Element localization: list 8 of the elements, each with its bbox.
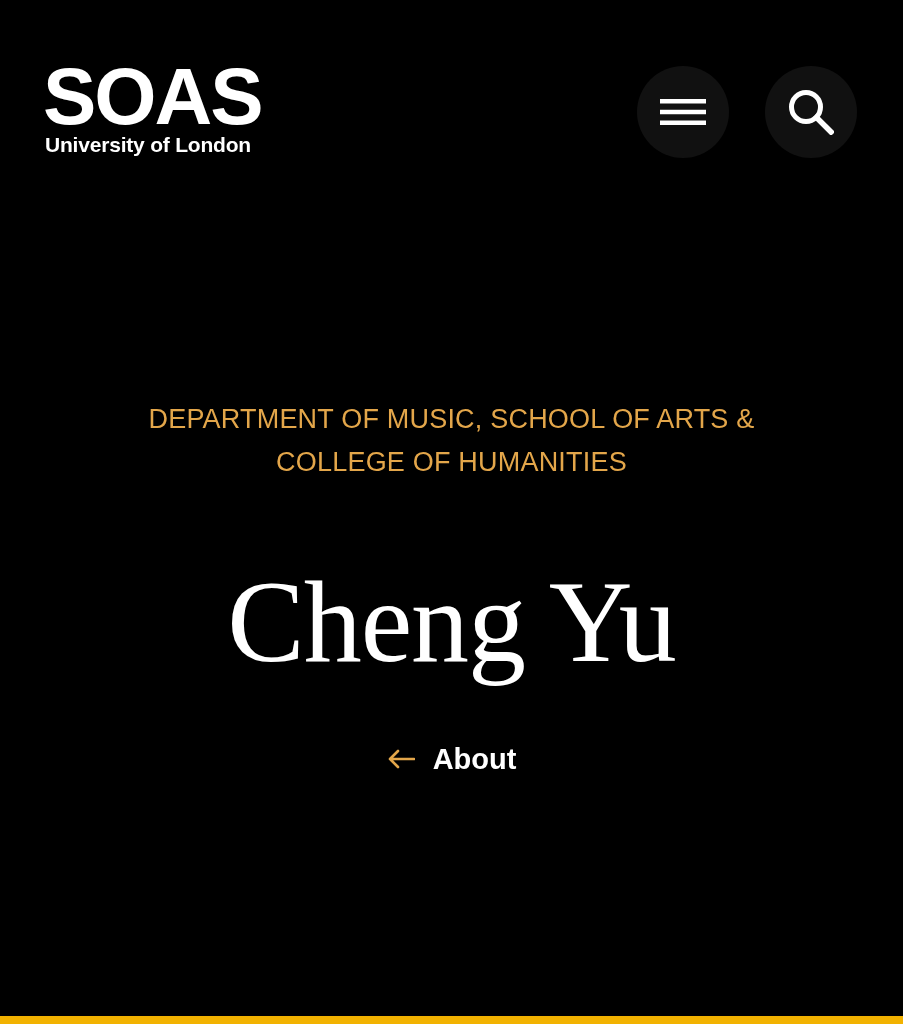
menu-icon [660,99,706,125]
search-icon [788,89,834,135]
logo-tagline[interactable]: University of London [45,133,251,157]
profile-name: Cheng Yu [226,557,677,688]
back-link[interactable]: About [386,741,517,777]
logo-wordmark[interactable]: SOAS [43,64,262,130]
arrow-left-icon [386,749,415,769]
department-label: DEPARTMENT OF MUSIC, SCHOOL OF ARTS & COLLEGE OF HUMANITIES [147,403,756,479]
